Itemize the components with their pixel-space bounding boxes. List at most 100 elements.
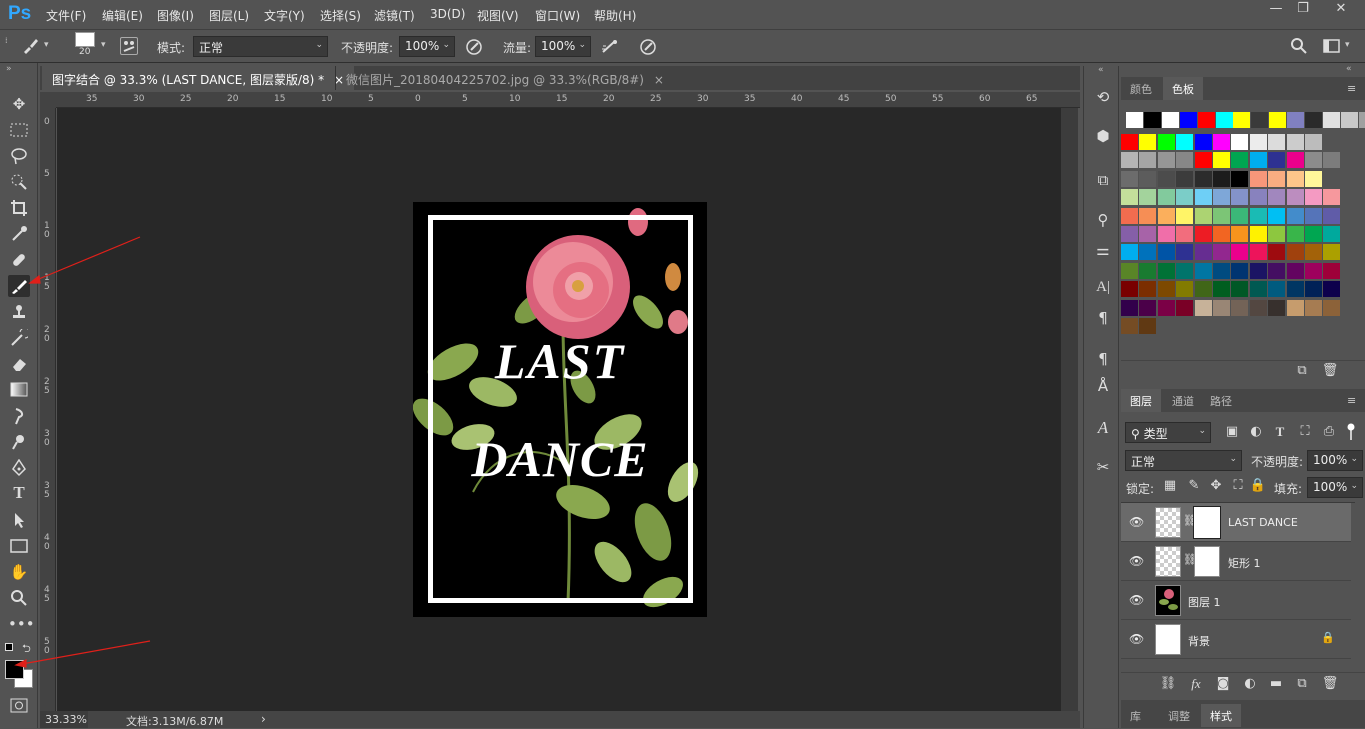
- color-swatch[interactable]: [1268, 189, 1286, 206]
- color-swatch[interactable]: [1323, 244, 1341, 261]
- layer-row-layer-1[interactable]: 👁 图层 1: [1121, 581, 1351, 620]
- menu-item[interactable]: 滤镜(T): [374, 7, 415, 24]
- color-swatch[interactable]: [1121, 170, 1138, 187]
- color-swatch[interactable]: [1157, 152, 1175, 169]
- color-swatch[interactable]: [1157, 134, 1175, 150]
- color-swatch[interactable]: [1249, 244, 1267, 261]
- blur-tool-icon[interactable]: [8, 405, 30, 427]
- menu-item[interactable]: 视图(V): [477, 7, 519, 24]
- color-swatch[interactable]: [1305, 281, 1322, 298]
- color-swatch[interactable]: [1157, 244, 1175, 261]
- color-swatch[interactable]: [1249, 262, 1267, 279]
- color-swatch[interactable]: [1176, 170, 1194, 187]
- color-swatch[interactable]: [1121, 262, 1138, 279]
- menu-item[interactable]: 文件(F): [46, 7, 86, 24]
- color-swatch[interactable]: [1231, 170, 1249, 187]
- brush-presets-icon[interactable]: ⧉: [1092, 169, 1114, 191]
- quick-selection-tool-icon[interactable]: [8, 171, 30, 193]
- lock-all-icon[interactable]: 🔒: [1249, 478, 1267, 493]
- character-styles-icon[interactable]: Å: [1092, 375, 1114, 397]
- gradient-tool-icon[interactable]: [8, 379, 30, 401]
- new-swatch-icon[interactable]: ⧉: [1293, 363, 1311, 378]
- color-swatch[interactable]: [1231, 299, 1249, 316]
- color-swatch[interactable]: [1322, 112, 1340, 128]
- color-swatch[interactable]: [1176, 189, 1194, 206]
- tab-paths[interactable]: 路径: [1201, 389, 1241, 412]
- color-swatch[interactable]: [1121, 207, 1138, 224]
- color-swatch[interactable]: [1268, 262, 1286, 279]
- color-swatch[interactable]: [1323, 262, 1341, 279]
- color-swatch[interactable]: [1305, 226, 1322, 242]
- color-swatch[interactable]: [1268, 299, 1286, 316]
- color-swatch[interactable]: [1268, 134, 1286, 150]
- color-swatch[interactable]: [1157, 226, 1175, 242]
- color-swatch[interactable]: [1161, 112, 1179, 128]
- color-swatch[interactable]: [1286, 189, 1304, 206]
- eye-visibility-icon[interactable]: 👁: [1129, 515, 1144, 529]
- clone-stamp-tool-icon[interactable]: [8, 301, 30, 323]
- color-swatch[interactable]: [1213, 170, 1230, 187]
- color-swatch[interactable]: [1323, 152, 1341, 169]
- zoom-tool-icon[interactable]: [8, 587, 30, 609]
- delete-swatch-icon[interactable]: 🗑: [1321, 363, 1339, 378]
- color-swatch[interactable]: [1231, 134, 1249, 150]
- tab-document-active[interactable]: 图字结合 @ 33.3% (LAST DANCE, 图层蒙版/8) * ×: [42, 66, 355, 90]
- color-swatch[interactable]: [1157, 262, 1175, 279]
- color-swatch[interactable]: [1213, 262, 1230, 279]
- color-swatch[interactable]: [1213, 134, 1230, 150]
- color-swatch[interactable]: [1139, 244, 1157, 261]
- panel-menu-icon[interactable]: ≡: [1347, 394, 1356, 407]
- filter-shape-icon[interactable]: ⛶: [1296, 424, 1314, 439]
- menu-item[interactable]: 图像(I): [157, 7, 194, 24]
- healing-brush-tool-icon[interactable]: [8, 249, 30, 271]
- color-swatch[interactable]: [1323, 281, 1341, 298]
- color-swatch[interactable]: [1249, 226, 1267, 242]
- color-swatch[interactable]: [1139, 318, 1157, 334]
- lock-transparency-icon[interactable]: ▦: [1161, 478, 1179, 493]
- zoom-level-field[interactable]: 33.33%: [40, 711, 88, 728]
- color-swatch[interactable]: [1176, 244, 1194, 261]
- color-swatch[interactable]: [1213, 244, 1230, 261]
- color-swatch[interactable]: [1213, 189, 1230, 206]
- glyphs-panel-icon[interactable]: A: [1092, 418, 1114, 440]
- brush-tool-icon[interactable]: [8, 275, 30, 297]
- character-panel-icon[interactable]: A|: [1092, 279, 1114, 301]
- color-swatch[interactable]: [1121, 226, 1138, 242]
- color-swatch[interactable]: [1323, 207, 1341, 224]
- color-swatch[interactable]: [1194, 299, 1212, 316]
- color-swatch[interactable]: [1251, 112, 1269, 128]
- fx-icon[interactable]: fx: [1187, 676, 1205, 692]
- color-swatch[interactable]: [1233, 112, 1251, 128]
- tab-swatches[interactable]: 色板: [1163, 77, 1203, 100]
- color-swatch[interactable]: [1176, 134, 1194, 150]
- pressure-size-icon[interactable]: [639, 38, 657, 56]
- color-swatch[interactable]: [1194, 170, 1212, 187]
- color-swatch[interactable]: [1121, 318, 1138, 334]
- eye-visibility-icon[interactable]: 👁: [1129, 554, 1144, 568]
- filter-toggle[interactable]: [1347, 422, 1355, 440]
- menu-item[interactable]: 帮助(H): [594, 7, 636, 24]
- filter-smart-object-icon[interactable]: ⎙: [1320, 424, 1338, 439]
- color-swatch[interactable]: [1305, 262, 1322, 279]
- crop-tool-icon[interactable]: [8, 197, 30, 219]
- color-swatch[interactable]: [1176, 226, 1194, 242]
- quick-mask-icon[interactable]: [8, 695, 30, 717]
- chevron-down-icon[interactable]: ▾: [1345, 40, 1350, 50]
- color-swatch[interactable]: [1249, 299, 1267, 316]
- chevron-down-icon[interactable]: ▾: [101, 40, 106, 50]
- brush-size-preview[interactable]: [75, 32, 95, 47]
- layer-mask-thumbnail[interactable]: [1194, 507, 1220, 538]
- color-swatch[interactable]: [1176, 262, 1194, 279]
- color-swatch[interactable]: [1139, 207, 1157, 224]
- tab-close-icon[interactable]: ×: [654, 73, 664, 87]
- color-swatch[interactable]: [1231, 226, 1249, 242]
- color-swatch[interactable]: [1157, 207, 1175, 224]
- color-swatch[interactable]: [1268, 281, 1286, 298]
- color-swatch[interactable]: [1305, 152, 1322, 169]
- menu-item[interactable]: 窗口(W): [535, 7, 580, 24]
- color-swatch[interactable]: [1249, 281, 1267, 298]
- color-swatch[interactable]: [1121, 281, 1138, 298]
- tab-adjustments[interactable]: 调整: [1159, 704, 1199, 727]
- menu-item[interactable]: 选择(S): [320, 7, 361, 24]
- color-swatch[interactable]: [1358, 112, 1365, 128]
